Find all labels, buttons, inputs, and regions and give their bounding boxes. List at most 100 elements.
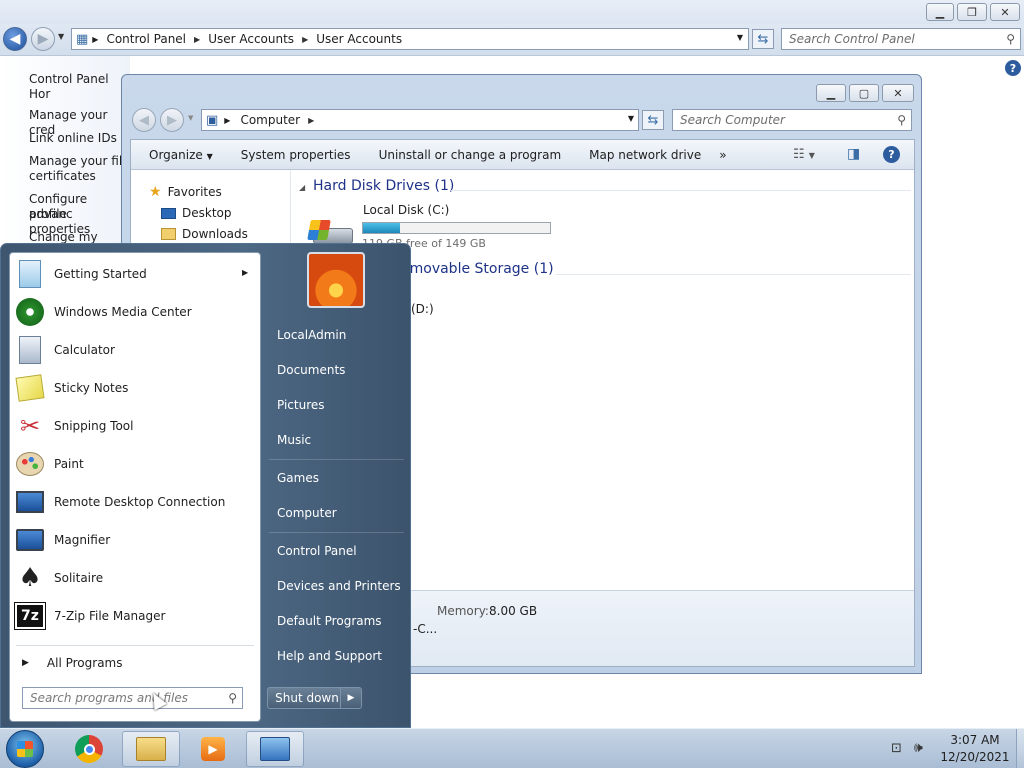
program-calculator[interactable]: Calculator [10,331,260,369]
uninstall-program-button[interactable]: Uninstall or change a program [365,148,576,162]
program-sticky-notes[interactable]: Sticky Notes [10,369,260,407]
show-desktop-button[interactable] [1016,729,1024,768]
search-control-panel-input[interactable]: Search Control Panel ⚲ [781,28,1021,50]
breadcrumb-computer[interactable]: Computer ▶ [240,113,322,127]
start-menu-programs: Getting Started ▶ Windows Media Center C… [9,252,261,722]
star-icon: ★ [149,184,162,200]
folder-icon [161,228,176,240]
computer-address-bar[interactable]: ▣ ▶ Computer ▶ ▼ [201,109,639,131]
back-button[interactable]: ◀ [3,27,27,51]
shut-down-button[interactable]: Shut down [267,687,347,709]
preview-pane-icon[interactable]: ◨ [847,146,860,162]
paint-palette-icon [14,448,46,480]
control-panel-navbar: ◀ ▶ ▼ ▦ ▶ Control Panel ▶ User Accounts ▶ … [0,24,1024,56]
getting-started-icon [14,258,46,290]
computer-maximize-button[interactable]: ▢ [849,84,879,102]
program-paint[interactable]: Paint [10,445,260,483]
start-right-pictures[interactable]: Pictures [269,390,404,420]
taskbar: ▶ ⊡ 🕪 3:07 AM 12/20/2021 [0,728,1024,768]
restore-button[interactable]: ❐ [957,3,987,21]
computer-forward-button[interactable]: ▶ [160,108,184,132]
nav-downloads[interactable]: Downloads [161,227,248,241]
search-computer-input[interactable]: Search Computer ⚲ [672,109,912,131]
search-icon: ⚲ [897,113,906,127]
program-7zip[interactable]: 7z 7-Zip File Manager [10,597,260,635]
breadcrumb-user-accounts[interactable]: User Accounts ▶ [208,32,316,46]
program-getting-started[interactable]: Getting Started ▶ [10,255,260,293]
nav-desktop[interactable]: Desktop [161,206,232,220]
computer-icon: ▣ [206,112,219,128]
media-player-icon: ▶ [201,737,225,761]
start-right-help-support[interactable]: Help and Support [269,641,404,671]
media-center-icon [14,296,46,328]
start-right-localadmin[interactable]: LocalAdmin [269,320,404,350]
network-icon[interactable]: ⊡ [891,741,902,756]
dvd-drive-label[interactable]: (D:) [411,302,434,316]
refresh-button[interactable]: ⇆ [752,29,774,49]
group-removable-storage: emovable Storage (1) [401,261,554,277]
collapse-group-icon[interactable]: ◢ [299,183,305,192]
computer-close-button[interactable]: ✕ [882,84,914,102]
computer-address-dropdown-icon[interactable]: ▼ [628,114,634,123]
control-panel-icon: ▦ [76,31,89,47]
search-icon: ⚲ [1006,32,1015,46]
link-file-encryption[interactable]: Manage your file [29,154,130,169]
program-windows-media-center[interactable]: Windows Media Center [10,293,260,331]
help-icon[interactable]: ? [1005,60,1021,76]
program-remote-desktop[interactable]: Remote Desktop Connection [10,483,260,521]
computer-recent-chevron-icon[interactable]: ▼ [188,114,193,122]
memory-label: Memory: [437,604,489,618]
computer-refresh-button[interactable]: ⇆ [642,110,664,130]
start-right-music[interactable]: Music [269,425,404,455]
local-disk-c-label[interactable]: Local Disk (C:) [363,203,449,217]
address-bar[interactable]: ▦ ▶ Control Panel ▶ User Accounts ▶ User A… [71,28,749,50]
computer-help-icon[interactable]: ? [883,146,900,163]
control-panel-titlebar: ▁ ❐ ✕ [0,0,1024,24]
explorer-icon [136,737,166,761]
address-dropdown-icon[interactable]: ▼ [737,33,743,42]
start-right-games[interactable]: Games [269,463,404,493]
search-icon: ⚲ [228,691,237,705]
start-right-computer[interactable]: Computer [269,498,404,528]
minimize-button[interactable]: ▁ [926,3,954,21]
forward-button[interactable]: ▶ [31,27,55,51]
program-solitaire[interactable]: ♠ Solitaire [10,559,260,597]
link-control-panel-home[interactable]: Control Panel Hor [29,72,130,102]
recent-pages-chevron-icon[interactable]: ▼ [58,32,64,41]
computer-back-button[interactable]: ◀ [132,108,156,132]
search-programs-input[interactable]: Search programs and files ⚲ [22,687,243,709]
clock-date[interactable]: 12/20/2021 [940,750,1010,764]
start-orb-icon[interactable] [6,730,44,768]
link-online-ids[interactable]: Link online IDs [29,131,117,146]
playing-card-icon: ♠ [18,563,42,593]
more-commands-button[interactable]: » [715,148,740,162]
chrome-icon [75,735,103,763]
nav-favorites[interactable]: ★ Favorites [149,184,222,200]
memory-value: 8.00 GB [489,604,538,618]
breadcrumb-control-panel[interactable]: Control Panel ▶ [106,32,208,46]
user-picture-avatar[interactable] [307,252,365,308]
all-programs-button[interactable]: ▶ All Programs [18,652,254,674]
change-view-icon[interactable]: ☷ ▼ [793,147,815,162]
explorer-taskbar-button[interactable] [122,731,180,767]
organize-menu[interactable]: Organize ▼ [131,148,227,162]
magnifier-icon [14,524,46,556]
start-right-default-programs[interactable]: Default Programs [269,606,404,636]
system-properties-button[interactable]: System properties [227,148,365,162]
map-network-drive-button[interactable]: Map network drive [575,148,715,162]
control-panel-taskbar-button[interactable] [246,731,304,767]
start-right-control-panel[interactable]: Control Panel [269,536,404,566]
close-button[interactable]: ✕ [990,3,1020,21]
start-right-documents[interactable]: Documents [269,355,404,385]
media-player-taskbar-button[interactable]: ▶ [184,731,242,767]
program-magnifier[interactable]: Magnifier [10,521,260,559]
start-right-devices-printers[interactable]: Devices and Printers [269,571,404,601]
computer-minimize-button[interactable]: ▁ [816,84,846,102]
shut-down-options-button[interactable]: ▶ [340,687,362,709]
link-certificates[interactable]: certificates [29,169,96,184]
breadcrumb-user-accounts-2[interactable]: User Accounts [316,32,402,46]
program-snipping-tool[interactable]: ✂ Snipping Tool [10,407,260,445]
volume-icon[interactable]: 🕪 [914,740,923,756]
clock-time[interactable]: 3:07 AM [940,733,1010,747]
chrome-taskbar-button[interactable] [60,731,118,767]
